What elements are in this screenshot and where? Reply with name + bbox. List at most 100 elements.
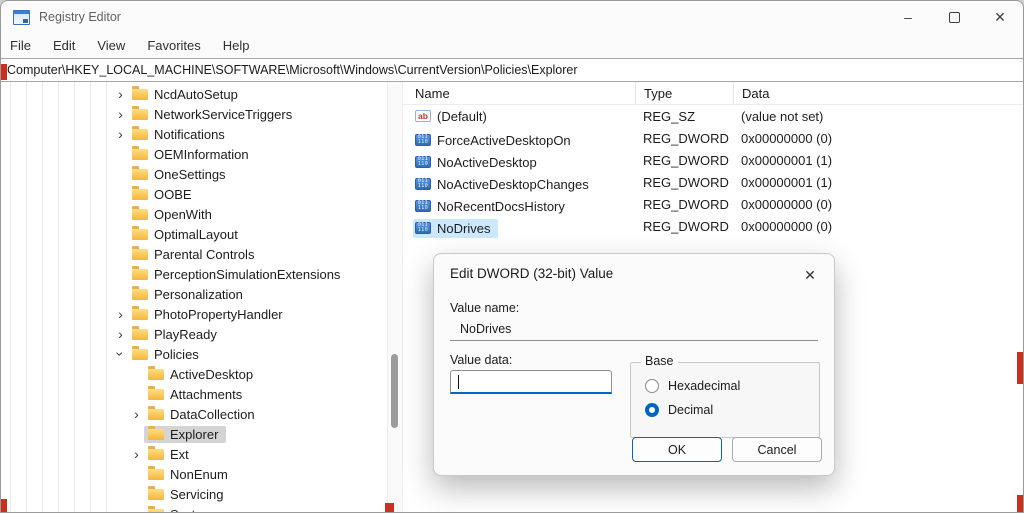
radio-hexadecimal[interactable]: Hexadecimal [645, 377, 740, 395]
value-type: REG_DWORD [635, 131, 733, 146]
value-list-body: ab(Default)REG_SZ(value not set) 011110 Fo… [403, 105, 1023, 237]
tree-item-onesettings[interactable]: ›OneSettings [1, 164, 387, 184]
folder-icon [132, 209, 148, 220]
radio-decimal[interactable]: Decimal [645, 401, 713, 419]
tree-item-nonenum[interactable]: ›NonEnum [1, 464, 387, 484]
value-row-norecentdocshistory[interactable]: 011110NoRecentDocsHistoryREG_DWORD0x0000… [403, 193, 1023, 215]
tree-item-parental-controls[interactable]: ›Parental Controls [1, 244, 387, 264]
chevron-down-icon[interactable]: › [114, 347, 128, 362]
tree-scrollbar-thumb[interactable] [391, 354, 398, 428]
annotation-mark [1, 499, 7, 513]
tree-item-personalization[interactable]: ›Personalization [1, 284, 387, 304]
radio-decimal-label: Decimal [668, 403, 713, 417]
reg-dword-icon: 011110 [415, 200, 431, 212]
value-data-label: Value data: [450, 353, 512, 367]
registry-editor-icon [13, 10, 30, 25]
tree-item-explorer[interactable]: ›Explorer [1, 424, 387, 444]
column-header-data[interactable]: Data [733, 82, 1023, 104]
value-row-default[interactable]: ab(Default)REG_SZ(value not set) [403, 105, 1023, 127]
tree-item-optimallayout[interactable]: ›OptimalLayout [1, 224, 387, 244]
value-row-noactivedesktopchanges[interactable]: 011110NoActiveDesktopChangesREG_DWORD0x0… [403, 171, 1023, 193]
value-data: 0x00000001 (1) [733, 175, 1023, 190]
menu-item-view[interactable]: View [88, 38, 134, 53]
value-row-nodrives[interactable]: 011110NoDrivesREG_DWORD0x00000000 (0) [403, 215, 1023, 237]
tree-item-body: NcdAutoSetup [128, 86, 246, 103]
dialog-title: Edit DWORD (32-bit) Value [450, 266, 613, 281]
tree-item-networkservicetriggers[interactable]: › NetworkServiceTriggers [1, 104, 387, 124]
tree-item-label: Parental Controls [154, 247, 254, 262]
menu-item-file[interactable]: File [1, 38, 40, 53]
value-name: ForceActiveDesktopOn [437, 133, 571, 148]
chevron-right-icon[interactable]: › [129, 407, 144, 421]
annotation-mark [1017, 495, 1024, 513]
edit-dword-dialog: Edit DWORD (32-bit) Value ✕ Value name: … [433, 253, 835, 476]
tree-item-oobe[interactable]: ›OOBE [1, 184, 387, 204]
menu-item-edit[interactable]: Edit [44, 38, 84, 53]
address-input[interactable] [1, 63, 1023, 77]
tree-pane: ›NcdAutoSetup›NetworkServiceTriggers›Not… [1, 82, 387, 512]
tree-item-body: Personalization [128, 286, 251, 303]
column-header-type[interactable]: Type [635, 82, 733, 104]
tree-item-notifications[interactable]: › Notifications [1, 124, 387, 144]
close-button[interactable]: ✕ [977, 1, 1023, 33]
value-name-cell: 011110NoActiveDesktopChanges [403, 170, 635, 194]
folder-icon [132, 349, 148, 360]
tree-item-oeminformation[interactable]: ›OEMInformation [1, 144, 387, 164]
tree-item-body: NonEnum [144, 466, 236, 483]
reg-dword-icon: 011110 [415, 178, 431, 190]
value-data-input[interactable] [450, 370, 612, 394]
value-name-cell: 011110NoDrives [403, 214, 635, 238]
tree-item-body: Servicing [144, 486, 231, 503]
tree-item-label: Notifications [154, 127, 225, 142]
dialog-close-button[interactable]: ✕ [798, 263, 822, 287]
tree-item-label: OpenWith [154, 207, 212, 222]
ok-button[interactable]: OK [632, 437, 722, 462]
chevron-right-icon[interactable]: › [129, 447, 144, 461]
chevron-right-icon[interactable]: › [113, 107, 128, 121]
tree-item-ext[interactable]: ›Ext [1, 444, 387, 464]
folder-icon [132, 169, 148, 180]
folder-icon [148, 469, 164, 480]
tree-scrollbar[interactable] [387, 82, 403, 512]
value-name: (Default) [437, 109, 487, 124]
tree-item-attachments[interactable]: ›Attachments [1, 384, 387, 404]
title-bar[interactable]: Registry Editor – ✕ [1, 1, 1023, 33]
tree-item-datacollection[interactable]: ›DataCollection [1, 404, 387, 424]
tree-item-body: Notifications [128, 126, 233, 143]
maximize-button[interactable] [931, 1, 977, 33]
tree-item-body: Ext [144, 446, 197, 463]
folder-icon [132, 189, 148, 200]
chevron-right-icon[interactable]: › [113, 127, 128, 141]
tree-item-openwith[interactable]: ›OpenWith [1, 204, 387, 224]
chevron-right-icon[interactable]: › [113, 87, 128, 101]
chevron-right-icon[interactable]: › [129, 507, 144, 512]
registry-editor-window: Registry Editor – ✕ File Edit View Favorite… [0, 0, 1024, 513]
chevron-right-icon[interactable]: › [113, 307, 128, 321]
minimize-button[interactable]: – [885, 1, 931, 33]
tree-item-perceptionsimulationextensions[interactable]: ›PerceptionSimulationExtensions [1, 264, 387, 284]
value-data: 0x00000000 (0) [733, 131, 1023, 146]
column-header-name[interactable]: Name [403, 82, 635, 104]
value-data: 0x00000000 (0) [733, 197, 1023, 212]
tree-item-system[interactable]: ›System [1, 504, 387, 512]
tree-item-photopropertyhandler[interactable]: ›PhotoPropertyHandler [1, 304, 387, 324]
tree-item-body: DataCollection [144, 406, 263, 423]
menu-item-favorites[interactable]: Favorites [138, 38, 209, 53]
tree-item-playready[interactable]: ›PlayReady [1, 324, 387, 344]
value-type: REG_DWORD [635, 197, 733, 212]
value-row-forceactivedesktopon[interactable]: 011110 ForceActiveDesktopOn REG_DWORD0x000… [403, 127, 1023, 149]
window-title: Registry Editor [39, 10, 121, 24]
tree-item-ncdautosetup[interactable]: ›NcdAutoSetup [1, 84, 387, 104]
menu-item-help[interactable]: Help [214, 38, 259, 53]
tree-item-body: OneSettings [128, 166, 234, 183]
text-caret [458, 375, 459, 389]
tree-item-servicing[interactable]: ›Servicing [1, 484, 387, 504]
folder-icon [132, 329, 148, 340]
reg-dword-icon: 011110 [415, 134, 431, 146]
cancel-button[interactable]: Cancel [732, 437, 822, 462]
tree-item-policies[interactable]: ›Policies [1, 344, 387, 364]
value-row-noactivedesktop[interactable]: 011110NoActiveDesktopREG_DWORD0x00000001… [403, 149, 1023, 171]
tree-item-activedesktop[interactable]: ›ActiveDesktop [1, 364, 387, 384]
chevron-right-icon[interactable]: › [113, 327, 128, 341]
tree-item-label: NetworkServiceTriggers [154, 107, 292, 122]
